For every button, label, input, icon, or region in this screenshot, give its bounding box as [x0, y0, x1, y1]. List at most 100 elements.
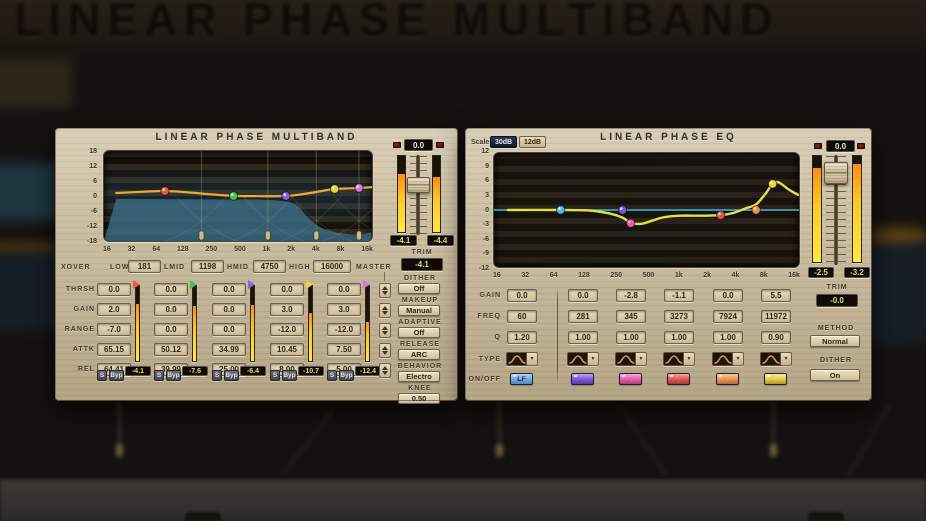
freq-field[interactable]: 11972 [761, 310, 791, 323]
solo-button[interactable]: S [154, 370, 164, 381]
thresh-field[interactable]: 0.0 [270, 283, 304, 296]
scale-30db-button[interactable]: 30dB [490, 136, 517, 148]
master-fader-handle[interactable] [824, 162, 848, 184]
gain-field[interactable]: 0.0 [212, 303, 246, 316]
q-field[interactable]: 1.00 [664, 331, 694, 344]
gain-field[interactable]: -2.8 [616, 289, 646, 302]
axis-tick-label: 3 [485, 192, 489, 199]
bell-curve-icon [615, 352, 636, 366]
solo-button[interactable]: S [270, 370, 280, 381]
filter-type-dropdown[interactable]: ▾ [760, 352, 792, 366]
gain-field[interactable]: 0.0 [154, 303, 188, 316]
thresh-stepper[interactable] [379, 283, 391, 298]
gain-field[interactable]: 0.0 [713, 289, 743, 302]
attack-field[interactable]: 50.12 [154, 343, 188, 356]
background-knob [496, 444, 503, 457]
dropdown-arrow-icon[interactable]: ▾ [636, 352, 647, 366]
xover-low-field[interactable]: 181 [128, 260, 161, 273]
solo-button[interactable]: S [97, 370, 107, 381]
peak-display[interactable]: 0.0 [404, 139, 433, 151]
knee-field[interactable]: 0.50 [398, 393, 440, 404]
thresh-field[interactable]: 0.0 [97, 283, 131, 296]
freq-field[interactable]: 7924 [713, 310, 743, 323]
q-field[interactable]: 1.20 [507, 331, 537, 344]
freq-field[interactable]: 345 [616, 310, 646, 323]
bypass-button[interactable]: Byp [282, 370, 297, 381]
axis-tick-label: 500 [643, 272, 655, 279]
freq-field[interactable]: 281 [568, 310, 598, 323]
attack-field[interactable]: 7.50 [327, 343, 361, 356]
solo-button[interactable]: S [212, 370, 222, 381]
xover-hmid-field[interactable]: 4750 [253, 260, 286, 273]
master-fader-handle[interactable] [407, 177, 430, 193]
mb-response-graph[interactable] [103, 150, 373, 242]
range-field[interactable]: -12.0 [327, 323, 361, 336]
clip-led-left[interactable] [393, 142, 401, 148]
release-mode-select[interactable]: ARC [398, 349, 440, 360]
range-field[interactable]: -12.0 [270, 323, 304, 336]
dropdown-arrow-icon[interactable]: ▾ [781, 352, 792, 366]
thresh-field[interactable]: 0.0 [327, 283, 361, 296]
thresh-field[interactable]: 0.0 [154, 283, 188, 296]
range-field[interactable]: 0.0 [212, 323, 246, 336]
clip-led-right[interactable] [857, 143, 865, 149]
gain-field[interactable]: 0.0 [568, 289, 598, 302]
band-onoff-button[interactable] [764, 373, 787, 385]
band-onoff-button[interactable] [571, 373, 594, 385]
gain-stepper[interactable] [379, 303, 391, 318]
band-onoff-button[interactable] [667, 373, 690, 385]
filter-type-dropdown[interactable]: ▾ [615, 352, 647, 366]
dropdown-arrow-icon[interactable]: ▾ [527, 352, 538, 366]
q-field[interactable]: 1.00 [713, 331, 743, 344]
method-select[interactable]: Normal [810, 335, 860, 347]
range-field[interactable]: -7.0 [97, 323, 131, 336]
band-onoff-button[interactable] [716, 373, 739, 385]
attack-field[interactable]: 65.15 [97, 343, 131, 356]
gain-field[interactable]: 5.5 [761, 289, 791, 302]
dither-select[interactable]: On [810, 369, 860, 381]
peak-display[interactable]: 0.0 [826, 140, 855, 152]
thresh-field[interactable]: 0.0 [212, 283, 246, 296]
xover-high-field[interactable]: 16000 [313, 260, 351, 273]
band-onoff-button[interactable]: LF [510, 373, 533, 385]
trim-display[interactable]: -4.1 [401, 258, 443, 271]
adaptive-select[interactable]: Off [398, 327, 440, 338]
background-diagonal [618, 405, 667, 477]
filter-type-dropdown[interactable]: ▾ [567, 352, 599, 366]
scale-12db-button[interactable]: 12dB [519, 136, 546, 148]
bypass-button[interactable]: Byp [109, 370, 124, 381]
bypass-button[interactable]: Byp [339, 370, 354, 381]
dropdown-arrow-icon[interactable]: ▾ [733, 352, 744, 366]
dropdown-arrow-icon[interactable]: ▾ [684, 352, 695, 366]
attack-field[interactable]: 10.45 [270, 343, 304, 356]
dropdown-arrow-icon[interactable]: ▾ [588, 352, 599, 366]
range-field[interactable]: 0.0 [154, 323, 188, 336]
behavior-select[interactable]: Electro [398, 371, 440, 382]
gain-field[interactable]: 3.0 [270, 303, 304, 316]
freq-field[interactable]: 3273 [664, 310, 694, 323]
solo-button[interactable]: S [327, 370, 337, 381]
bypass-button[interactable]: Byp [224, 370, 239, 381]
eq-response-graph[interactable] [493, 152, 800, 268]
gain-field[interactable]: 0.0 [507, 289, 537, 302]
makeup-select[interactable]: Manual [398, 305, 440, 316]
clip-led-left[interactable] [814, 143, 822, 149]
q-field[interactable]: 0.90 [761, 331, 791, 344]
filter-type-dropdown[interactable]: ▾ [663, 352, 695, 366]
xover-lmid-field[interactable]: 1198 [191, 260, 224, 273]
bypass-button[interactable]: Byp [166, 370, 181, 381]
band-onoff-button[interactable] [619, 373, 642, 385]
clip-led-right[interactable] [436, 142, 444, 148]
gain-field[interactable]: 2.0 [97, 303, 131, 316]
attack-field[interactable]: 34.99 [212, 343, 246, 356]
dither-select[interactable]: Off [398, 283, 440, 294]
master-label: MASTER [356, 264, 392, 271]
filter-type-dropdown[interactable]: ▾ [712, 352, 744, 366]
filter-type-dropdown[interactable]: ▾ [506, 352, 538, 366]
trim-display[interactable]: -0.0 [816, 294, 858, 307]
q-field[interactable]: 1.00 [616, 331, 646, 344]
freq-field[interactable]: 60 [507, 310, 537, 323]
gain-field[interactable]: 3.0 [327, 303, 361, 316]
q-field[interactable]: 1.00 [568, 331, 598, 344]
gain-field[interactable]: -1.1 [664, 289, 694, 302]
